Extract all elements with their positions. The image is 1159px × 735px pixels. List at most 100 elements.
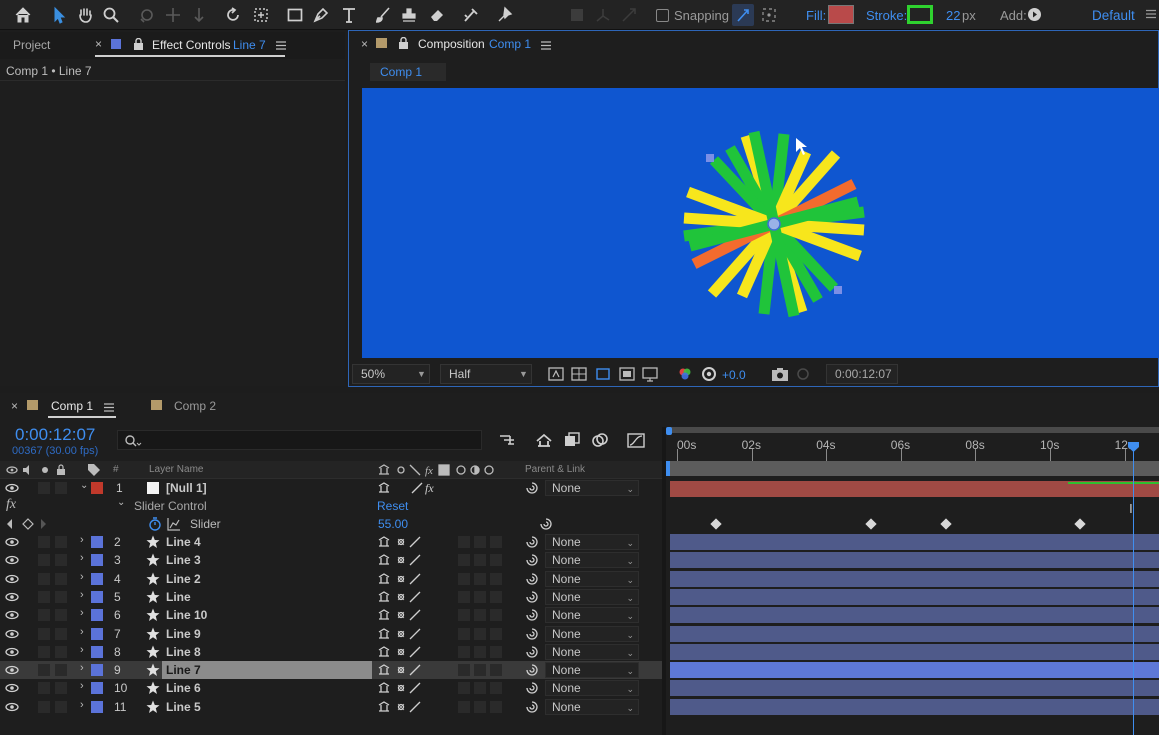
eye-icon[interactable]	[5, 683, 19, 693]
current-time-field[interactable]: 0:00:12:07	[826, 364, 898, 384]
fast-previews-icon[interactable]	[548, 366, 564, 382]
layer-duration-bar[interactable]	[670, 643, 1159, 660]
switch-cell[interactable]	[458, 682, 470, 695]
switch-cell[interactable]	[490, 536, 502, 548]
grid-guides-icon[interactable]	[642, 366, 658, 382]
lock-switch[interactable]	[55, 609, 67, 622]
layer-row[interactable]: › 8 Line 8 None ⌄	[0, 643, 662, 661]
layer-label-color[interactable]	[91, 590, 103, 603]
rectangle-tool-icon[interactable]	[284, 4, 306, 26]
switch-cell[interactable]	[490, 572, 502, 585]
layer-row[interactable]: › 4 Line 2 None ⌄	[0, 570, 662, 588]
layer-row[interactable]: › 6 Line 10 None ⌄	[0, 606, 662, 624]
layer-label-color[interactable]	[91, 572, 103, 585]
graph-editor-icon[interactable]	[626, 431, 646, 449]
keyframe-diamond[interactable]	[1074, 518, 1086, 530]
chevron-right-icon[interactable]: ›	[80, 571, 84, 583]
solo-switch[interactable]	[38, 554, 50, 567]
switch-cell[interactable]	[458, 627, 470, 640]
keyframe-diamond[interactable]	[939, 518, 952, 530]
parent-dropdown[interactable]: None ⌄	[545, 625, 639, 642]
current-time[interactable]: 0:00:12:07	[15, 425, 95, 445]
roto-brush-icon[interactable]	[460, 4, 482, 26]
layer-row[interactable]: › 7 Line 9 None ⌄	[0, 625, 662, 643]
parent-dropdown[interactable]: None ⌄	[545, 680, 639, 697]
close-effect-controls-icon[interactable]: ×	[95, 37, 102, 51]
fx-label[interactable]: fx	[6, 497, 16, 513]
pickwhip-icon[interactable]	[525, 572, 539, 586]
layer-name[interactable]: Line 5	[166, 700, 201, 714]
layer-duration-bar[interactable]	[670, 625, 1159, 642]
switch-cell[interactable]	[458, 609, 470, 622]
tab-composition[interactable]: Composition	[418, 37, 485, 51]
layer-row-null[interactable]: ⌄ 1 [Null 1] fx None ⌄	[0, 479, 662, 497]
keyframe-diamond[interactable]	[865, 518, 877, 530]
eye-icon[interactable]	[5, 610, 19, 620]
timeline-navigator[interactable]	[666, 461, 1159, 476]
solo-switch[interactable]	[38, 627, 50, 640]
layer-label-color[interactable]	[91, 554, 103, 567]
switch-cell[interactable]	[490, 554, 502, 567]
chevron-right-icon[interactable]: ›	[80, 644, 84, 656]
layer-row[interactable]: › 5 Line None ⌄	[0, 588, 662, 606]
switch-cell[interactable]	[458, 554, 470, 567]
navigator-start-handle[interactable]	[666, 461, 670, 476]
switch-cell[interactable]	[458, 700, 470, 713]
switch-cell[interactable]	[490, 664, 502, 677]
switch-cell[interactable]	[458, 572, 470, 585]
puppet-pin-icon[interactable]	[494, 4, 516, 26]
layer-switches-icons[interactable]: fx	[377, 481, 437, 495]
rotation-tool-icon[interactable]	[222, 4, 244, 26]
layer-switches-icons[interactable]	[377, 608, 421, 622]
layer-switches-icons[interactable]	[377, 663, 421, 677]
eye-icon[interactable]	[5, 483, 19, 493]
snap-features-icon[interactable]	[758, 4, 780, 26]
layer-row[interactable]: › 11 Line 5 None ⌄	[0, 698, 662, 716]
chevron-right-icon[interactable]: ›	[80, 699, 84, 711]
keyframe-diamond[interactable]	[710, 518, 722, 530]
layer-label-color[interactable]	[91, 645, 103, 658]
pickwhip-icon[interactable]	[525, 553, 539, 567]
pan-camera-icon[interactable]	[162, 4, 184, 26]
snapshot-camera-icon[interactable]	[771, 366, 789, 382]
eye-icon[interactable]	[5, 592, 19, 602]
eye-icon[interactable]	[5, 629, 19, 639]
layer-search-input[interactable]	[117, 430, 482, 450]
layer-switches-icons[interactable]	[377, 572, 421, 586]
layer-label-color[interactable]	[91, 482, 103, 494]
eye-icon[interactable]	[5, 574, 19, 584]
switch-cell[interactable]	[458, 590, 470, 603]
solo-switch[interactable]	[38, 645, 50, 658]
parent-dropdown[interactable]: None ⌄	[545, 570, 639, 587]
layer-row[interactable]: › 10 Line 6 None ⌄	[0, 679, 662, 697]
switch-cell[interactable]	[490, 682, 502, 695]
add-play-icon[interactable]	[1028, 8, 1041, 21]
layer-label-color[interactable]	[91, 682, 103, 695]
switch-cell[interactable]	[458, 645, 470, 658]
layer-row[interactable]: › 2 Line 4 None ⌄	[0, 533, 662, 551]
shy-layers-icon[interactable]	[562, 431, 582, 449]
tab-comp-1[interactable]: Comp 1	[51, 399, 93, 413]
workspace-menu-icon[interactable]	[1146, 9, 1156, 19]
solo-switch[interactable]	[38, 700, 50, 713]
layer-switches-icons[interactable]	[377, 553, 421, 567]
layer-name[interactable]: Line 6	[166, 681, 201, 695]
comp-subtab[interactable]: Comp 1	[370, 63, 446, 81]
lock-switch[interactable]	[55, 554, 67, 567]
switch-cell[interactable]	[474, 682, 486, 695]
pickwhip-icon[interactable]	[525, 645, 539, 659]
tab-comp-2[interactable]: Comp 2	[174, 399, 216, 413]
type-tool-icon[interactable]	[338, 4, 360, 26]
resolution-dropdown[interactable]: Half ▼	[440, 364, 532, 384]
switch-cell[interactable]	[474, 627, 486, 640]
dolly-camera-icon[interactable]	[188, 4, 210, 26]
lock-switch[interactable]	[55, 536, 67, 548]
parent-dropdown[interactable]: None ⌄	[545, 552, 639, 569]
layer-row[interactable]: › 3 Line 3 None ⌄	[0, 551, 662, 569]
switch-cell[interactable]	[490, 590, 502, 603]
switch-cell[interactable]	[474, 572, 486, 585]
pickwhip-icon[interactable]	[525, 681, 539, 695]
layer-label-color[interactable]	[91, 664, 103, 677]
solo-switch[interactable]	[38, 590, 50, 603]
panel-menu-icon[interactable]	[276, 41, 286, 50]
